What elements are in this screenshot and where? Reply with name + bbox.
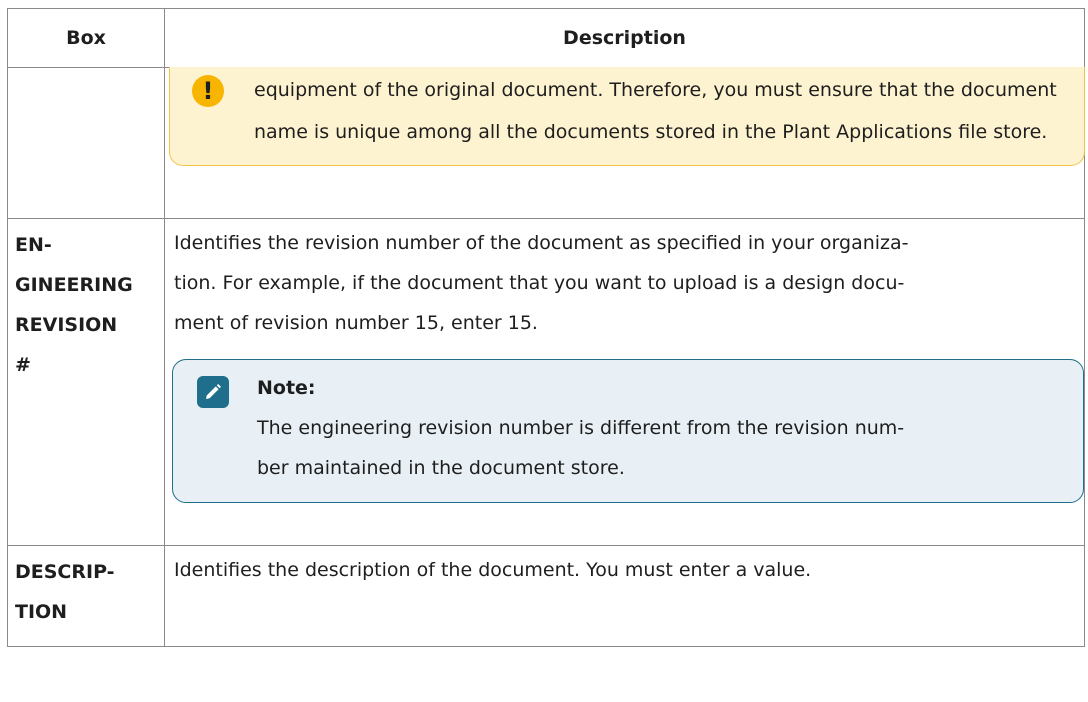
description-cell: Identifies the revision number of the do… — [164, 218, 1085, 546]
description-text: Identifies the revision number of the do… — [165, 219, 1084, 503]
table-row: DESCRIP- TION Identifies the description… — [7, 545, 1085, 647]
box-cell — [7, 67, 165, 219]
box-label-line: GINEERING — [15, 274, 133, 296]
warning-callout: ! equipment of the original document. Th… — [169, 67, 1085, 166]
note-line: The engineering revision number is diffe… — [257, 417, 905, 439]
box-label: EN- GINEERING REVISION # — [8, 219, 164, 385]
header-description: Description — [164, 8, 1085, 68]
box-label-line: EN- — [15, 234, 52, 256]
parameters-table: Box Description ! equipment of the origi… — [7, 8, 1085, 647]
box-cell: DESCRIP- TION — [7, 545, 165, 647]
table-header-row: Box Description — [7, 8, 1085, 68]
box-label-line: DESCRIP- — [15, 561, 115, 583]
description-text: Identifies the description of the docume… — [165, 546, 1084, 590]
description-cell: Identifies the description of the docume… — [164, 545, 1085, 647]
description-line: Identifies the revision number of the do… — [174, 232, 909, 254]
header-box: Box — [7, 8, 165, 68]
box-label-line: REVISION — [15, 314, 118, 336]
warning-text: equipment of the original document. Ther… — [254, 79, 1057, 143]
table-row: ! equipment of the original document. Th… — [7, 67, 1085, 219]
box-cell: EN- GINEERING REVISION # — [7, 218, 165, 546]
box-label-line: TION — [15, 601, 68, 623]
note-title: Note: — [257, 377, 316, 399]
note-callout: Note: The engineering revision number is… — [172, 359, 1084, 503]
description-cell: ! equipment of the original document. Th… — [164, 67, 1085, 219]
table-row: EN- GINEERING REVISION # Identifies the … — [7, 218, 1085, 546]
description-line: ment of revision number 15, enter 15. — [174, 312, 538, 334]
pencil-icon — [197, 376, 229, 408]
note-line: ber maintained in the document store. — [257, 457, 625, 479]
description-line: Identifies the description of the docume… — [174, 559, 812, 581]
exclamation-icon: ! — [192, 75, 224, 107]
box-label-line: # — [15, 354, 31, 376]
box-label: DESCRIP- TION — [8, 546, 164, 632]
description-line: tion. For example, if the document that … — [174, 272, 905, 294]
